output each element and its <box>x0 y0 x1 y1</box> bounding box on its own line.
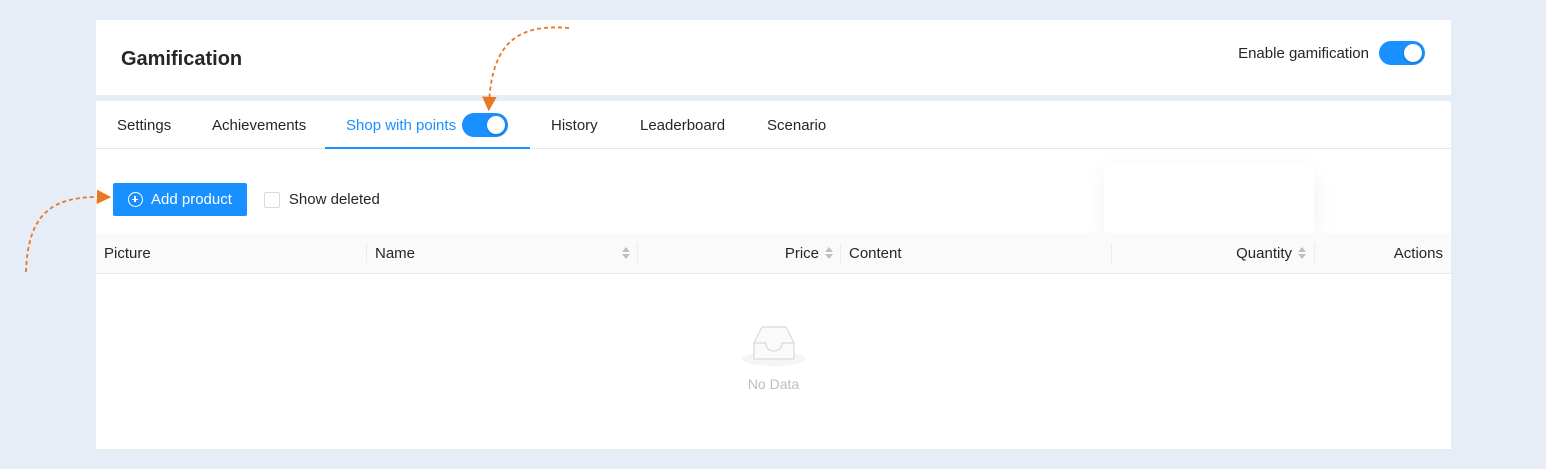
switch-knob <box>487 116 506 134</box>
add-product-button[interactable]: Add product <box>113 183 247 216</box>
header-card: Gamification Enable gamification <box>96 20 1451 95</box>
tab-label: Leaderboard <box>640 116 726 134</box>
column-label: Price <box>784 244 819 262</box>
empty-text: No Data <box>747 376 800 392</box>
tab-label: Settings <box>117 116 172 134</box>
column-label: Content <box>849 244 902 262</box>
table-header: Picture Name Price Content Quantity Acti… <box>96 233 1451 274</box>
empty-state: No Data <box>96 323 1451 392</box>
column-divider <box>840 243 841 263</box>
column-divider <box>366 243 367 263</box>
stage: Gamification Enable gamification Setting… <box>0 0 1546 469</box>
switch-knob <box>1404 44 1422 62</box>
sort-icon <box>825 247 833 259</box>
empty-inbox-icon <box>741 326 806 366</box>
tab-settings[interactable]: Settings <box>117 101 171 149</box>
enable-gamification-control: Enable gamification <box>1238 41 1425 65</box>
faded-popover <box>1104 163 1314 233</box>
tab-label: Achievements <box>212 116 307 134</box>
add-product-label: Add product <box>151 191 232 208</box>
column-header-price[interactable]: Price <box>637 233 833 273</box>
shop-with-points-switch[interactable] <box>462 113 509 137</box>
column-label: Picture <box>104 244 151 262</box>
table-bottom-border <box>96 449 1451 450</box>
column-header-content: Content <box>849 233 902 273</box>
toolbar: Add product Show deleted <box>113 183 380 216</box>
column-header-picture: Picture <box>104 233 151 273</box>
column-header-actions: Actions <box>1314 233 1443 273</box>
column-header-quantity[interactable]: Quantity <box>1111 233 1306 273</box>
enable-gamification-switch[interactable] <box>1379 41 1425 65</box>
show-deleted-checkbox[interactable] <box>263 191 280 208</box>
arrow-to-add-product <box>25 189 112 273</box>
tab-label: Shop with points <box>346 116 457 134</box>
tab-bar: Settings Achievements Shop with points H… <box>96 101 1451 149</box>
tab-label: Scenario <box>767 116 827 134</box>
column-label: Name <box>375 244 416 262</box>
column-header-name[interactable]: Name <box>375 233 630 273</box>
sort-icon <box>1298 247 1306 259</box>
tab-scenario[interactable]: Scenario <box>767 101 826 149</box>
plus-circle-icon <box>128 192 143 207</box>
active-tab-underline <box>325 147 530 149</box>
tab-history[interactable]: History <box>551 101 598 149</box>
content-card: Settings Achievements Shop with points H… <box>96 101 1451 450</box>
column-label: Actions <box>1393 244 1443 262</box>
show-deleted-label: Show deleted <box>288 191 380 208</box>
tab-leaderboard[interactable]: Leaderboard <box>640 101 725 149</box>
column-label: Quantity <box>1236 244 1292 262</box>
page-title: Gamification <box>121 48 243 70</box>
enable-gamification-label: Enable gamification <box>1238 44 1369 62</box>
show-deleted-checkbox-wrap[interactable]: Show deleted <box>263 191 380 208</box>
tab-shop-with-points[interactable]: Shop with points <box>346 101 509 149</box>
tab-label: History <box>551 116 598 134</box>
tab-achievements[interactable]: Achievements <box>212 101 306 149</box>
sort-icon <box>622 247 630 259</box>
